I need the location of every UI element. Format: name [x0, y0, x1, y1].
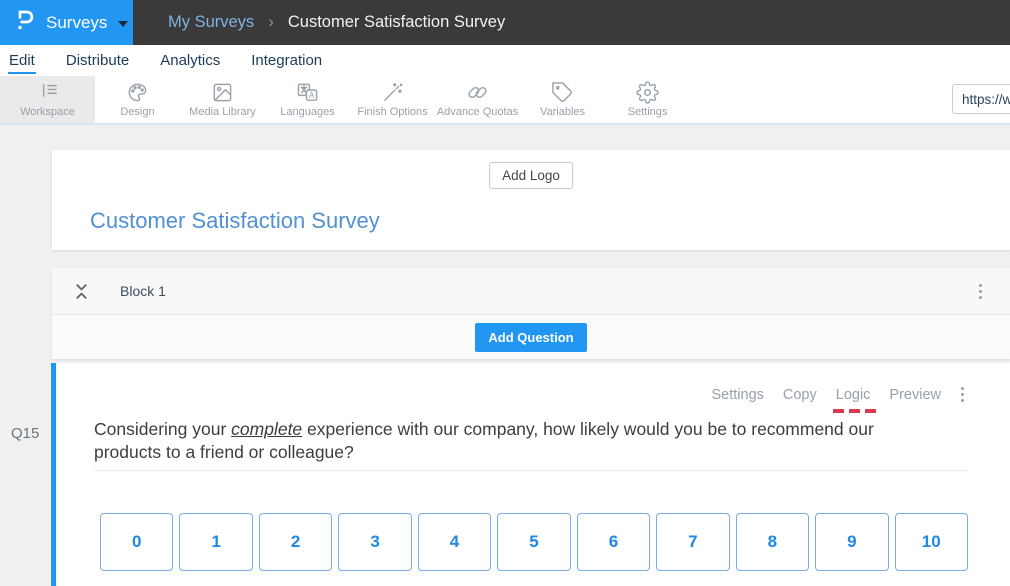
block-title: Block 1: [120, 283, 166, 299]
toolbar-item-label: Workspace: [20, 106, 75, 118]
survey-title[interactable]: Customer Satisfaction Survey: [90, 208, 380, 234]
nav-tab-distribute[interactable]: Distribute: [65, 48, 130, 74]
question-menu-button[interactable]: [957, 383, 968, 406]
block-card: Block 1 Add Question: [52, 268, 1010, 359]
toolbar-item-languages[interactable]: A Languages: [265, 76, 350, 123]
nps-button-2[interactable]: 2: [259, 513, 332, 571]
nps-button-3[interactable]: 3: [338, 513, 411, 571]
toolbar-item-design[interactable]: Design: [95, 76, 180, 123]
svg-text:A: A: [309, 91, 315, 100]
add-question-row: Add Question: [52, 315, 1010, 359]
nav-tab-analytics[interactable]: Analytics: [159, 48, 221, 74]
toolbar-item-media-library[interactable]: Media Library: [180, 76, 265, 123]
toolbar-item-label: Design: [120, 106, 154, 118]
nps-button-8[interactable]: 8: [736, 513, 809, 571]
survey-editor-content: Add Logo Customer Satisfaction Survey Bl…: [0, 125, 1010, 586]
toolbar-item-settings[interactable]: Settings: [605, 76, 690, 123]
nps-button-9[interactable]: 9: [815, 513, 888, 571]
question-settings-link[interactable]: Settings: [711, 387, 763, 403]
edit-toolbar: Workspace Design Media Library A: [0, 76, 1010, 125]
nav-tab-integration[interactable]: Integration: [250, 48, 323, 74]
toolbar-item-workspace[interactable]: Workspace: [0, 76, 95, 123]
question-text-divider: [94, 470, 968, 471]
toolbar-item-advance-quotas[interactable]: Advance Quotas: [435, 76, 520, 123]
questionpro-logo-icon: [13, 8, 37, 38]
app-menu[interactable]: Surveys: [0, 0, 133, 45]
breadcrumb-separator-icon: ›: [268, 12, 274, 32]
nav-tab-edit[interactable]: Edit: [8, 48, 36, 74]
question-text-emphasis: complete: [231, 419, 302, 439]
translate-icon: A: [296, 81, 319, 104]
question-preview-link[interactable]: Preview: [889, 387, 941, 403]
nps-button-7[interactable]: 7: [656, 513, 729, 571]
top-bar: Surveys My Surveys › Customer Satisfacti…: [0, 0, 1010, 45]
question-logic-link[interactable]: Logic: [836, 387, 871, 403]
app-menu-label: Surveys: [46, 13, 107, 33]
toolbar-item-label: Settings: [628, 106, 668, 118]
collapse-block-button[interactable]: [74, 283, 89, 300]
toolbar-item-label: Advance Quotas: [437, 106, 518, 118]
nps-button-10[interactable]: 10: [895, 513, 968, 571]
block-menu-button[interactable]: [975, 280, 986, 303]
toolbar-item-finish-options[interactable]: Finish Options: [350, 76, 435, 123]
nps-button-0[interactable]: 0: [100, 513, 173, 571]
block-header: Block 1: [52, 268, 1010, 315]
question-id-label: Q15: [11, 425, 39, 442]
toolbar-item-label: Languages: [280, 106, 334, 118]
tag-icon: [551, 81, 574, 104]
toolbar-item-label: Finish Options: [357, 106, 427, 118]
chain-link-icon: [466, 81, 489, 104]
question-body: Settings Copy Logic Preview Considering …: [56, 363, 1010, 586]
survey-header-card: Add Logo Customer Satisfaction Survey: [52, 150, 1010, 250]
breadcrumb-parent-link[interactable]: My Surveys: [168, 13, 254, 32]
palette-icon: [126, 81, 149, 104]
question-toolbar: Settings Copy Logic Preview: [94, 363, 968, 406]
nps-button-5[interactable]: 5: [497, 513, 570, 571]
main-nav: Edit Distribute Analytics Integration: [0, 45, 1010, 76]
breadcrumb: My Surveys › Customer Satisfaction Surve…: [133, 0, 1010, 45]
magic-wand-icon: [381, 81, 404, 104]
collapse-vertical-icon: [74, 283, 89, 300]
toolbar-item-label: Variables: [540, 106, 585, 118]
add-logo-button[interactable]: Add Logo: [489, 162, 573, 189]
question-copy-link[interactable]: Copy: [783, 387, 817, 403]
chevron-down-icon: [118, 21, 128, 27]
image-icon: [211, 81, 234, 104]
toolbar-item-variables[interactable]: Variables: [520, 76, 605, 123]
question-text-part: Considering your: [94, 419, 231, 439]
survey-url-input[interactable]: [952, 84, 1010, 114]
nps-button-4[interactable]: 4: [418, 513, 491, 571]
workspace-icon: [36, 81, 59, 104]
question-text[interactable]: Considering your complete experience wit…: [94, 418, 942, 464]
add-question-button[interactable]: Add Question: [475, 323, 586, 352]
toolbar-item-label: Media Library: [189, 106, 256, 118]
nps-button-1[interactable]: 1: [179, 513, 252, 571]
nps-scale: 0 1 2 3 4 5 6 7 8 9 10: [100, 513, 968, 571]
question-card: Settings Copy Logic Preview Considering …: [51, 363, 1010, 586]
gear-icon: [636, 81, 659, 104]
breadcrumb-current: Customer Satisfaction Survey: [288, 13, 505, 32]
nps-button-6[interactable]: 6: [577, 513, 650, 571]
